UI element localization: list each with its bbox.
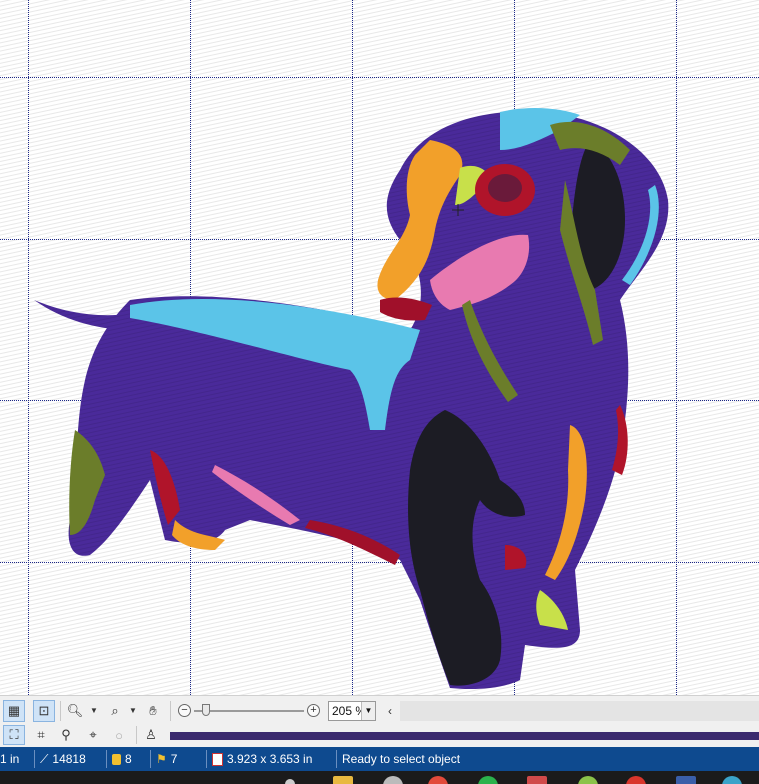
transform-icon: ⌗ [37, 727, 45, 742]
stitch-progress-bar [170, 732, 759, 740]
taskbar-app-icon[interactable] [676, 776, 696, 784]
select-icon: ⛶ [9, 727, 19, 742]
grid-icon: ▦ [7, 703, 21, 718]
status-separator [106, 750, 107, 768]
calendar-icon[interactable] [527, 776, 547, 784]
zoom-slider-thumb[interactable] [202, 704, 210, 716]
status-message: Ready to select object [342, 752, 461, 766]
design-size: 3.923 x 3.653 in [212, 747, 312, 771]
select-object-button[interactable]: ⛶ [3, 725, 25, 745]
pan-button[interactable]: ✋︎ [142, 700, 164, 722]
zoom-selection-button[interactable]: ⌕ [104, 700, 126, 722]
disabled-tool-button[interactable]: ○ [108, 725, 130, 745]
windows-taskbar [0, 771, 759, 784]
taskbar-app-icon[interactable] [285, 779, 295, 784]
snap-icon: ⊡ [38, 703, 50, 718]
size-icon [212, 752, 223, 766]
taskbar-app-icon[interactable] [722, 776, 742, 784]
zoom-button[interactable]: 🔍︎ [64, 700, 86, 722]
connect-button[interactable]: ⌖ [82, 725, 104, 745]
zoom-selection-dropdown-arrow[interactable]: ▼ [129, 706, 137, 715]
taskbar-app-icon[interactable] [578, 776, 598, 784]
plus-icon: + [310, 704, 317, 716]
color-change-icon: ⚑ [156, 752, 167, 766]
folder-icon[interactable] [333, 776, 353, 784]
status-separator [206, 750, 207, 768]
toolbar-separator [136, 726, 137, 744]
zoom-out-button[interactable]: − [178, 704, 191, 717]
horizontal-scrollbar[interactable] [400, 701, 759, 721]
status-bar: 1 in ⟋ 14818 8 ⚑ 7 3.923 x 3.653 in Ready … [0, 747, 759, 771]
design-canvas[interactable] [0, 0, 759, 695]
stitch-player-button[interactable]: ♙ [140, 725, 162, 745]
color-change-count: ⚑ 7 [156, 747, 177, 771]
circle-icon: ○ [115, 727, 123, 743]
zoom-level-select[interactable]: 205 % ▼ [328, 701, 376, 721]
zoom-in-button[interactable]: + [307, 704, 320, 717]
zoom-icon: 🔍︎ [66, 703, 84, 718]
show-grid-button[interactable]: ▦ [3, 700, 25, 722]
zoom-slider[interactable] [194, 710, 304, 712]
toolbar-separator [60, 701, 61, 721]
person-icon: ♙ [145, 727, 157, 742]
toolbar-separator [170, 701, 171, 721]
taskbar-app-icon[interactable] [626, 776, 646, 784]
filter-button[interactable]: ⚲ [55, 725, 77, 745]
snap-button[interactable]: ⊡ [33, 700, 55, 722]
stitch-count: ⟋ 14818 [40, 747, 86, 771]
needle-icon: ⟋ [40, 752, 49, 766]
status-separator [150, 750, 151, 768]
scroll-left-arrow[interactable]: ‹ [388, 704, 392, 718]
spool-icon [112, 753, 121, 765]
cursor-position: 1 in [0, 752, 20, 766]
dachshund-embroidery-design[interactable] [0, 0, 759, 695]
hand-icon: ✋︎ [149, 703, 157, 718]
secondary-toolbar: ⛶ ⌗ ⚲ ⌖ ○ ♙ [0, 725, 759, 747]
minus-icon: − [181, 704, 188, 716]
filter-icon: ⚲ [61, 727, 71, 742]
taskbar-app-icon[interactable] [478, 776, 498, 784]
status-separator [34, 750, 35, 768]
connect-icon: ⌖ [89, 727, 97, 742]
transform-button[interactable]: ⌗ [30, 725, 52, 745]
color-count: 8 [112, 747, 132, 771]
zoom-selection-icon: ⌕ [111, 703, 119, 718]
taskbar-app-icon[interactable] [428, 776, 448, 784]
status-separator [336, 750, 337, 768]
view-toolbar: ▦ ⊡ 🔍︎ ▼ ⌕ ▼ ✋︎ − + 205 % ▼ ‹ [0, 695, 759, 726]
taskbar-app-icon[interactable] [383, 776, 403, 784]
zoom-dropdown-arrow[interactable]: ▼ [90, 706, 98, 715]
chevron-down-icon[interactable]: ▼ [361, 702, 375, 720]
